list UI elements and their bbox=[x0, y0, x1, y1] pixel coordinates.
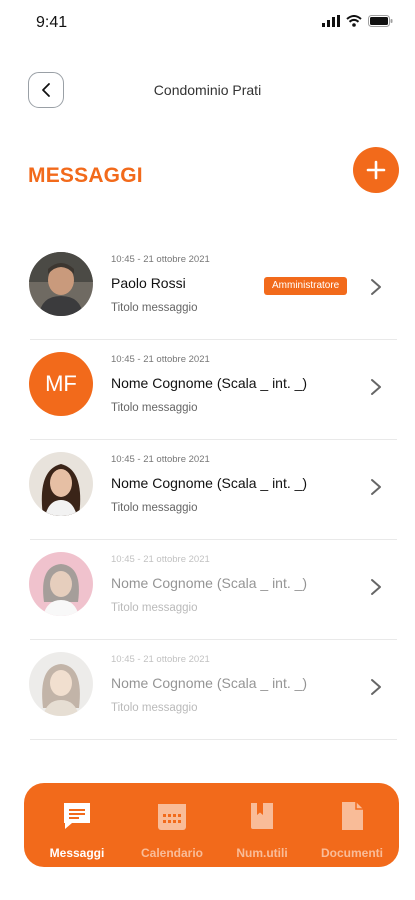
tab-num-utili[interactable]: Num.utili bbox=[217, 799, 307, 860]
avatar bbox=[29, 652, 93, 716]
tab-label: Messaggi bbox=[49, 846, 105, 860]
sender-name: Nome Cognome (Scala _ int. _) bbox=[111, 675, 308, 691]
sender-name: Nome Cognome (Scala _ int. _) bbox=[111, 475, 308, 491]
avatar: MF bbox=[29, 352, 93, 416]
tab-label: Calendario bbox=[140, 846, 203, 860]
message-timestamp: 10:45 - 21 ottobre 2021 bbox=[111, 654, 210, 665]
chevron-right-icon bbox=[371, 379, 381, 395]
calendar-icon bbox=[158, 804, 186, 830]
chat-icon bbox=[64, 803, 90, 829]
section-title: MESSAGGI bbox=[28, 164, 143, 187]
document-icon bbox=[342, 802, 363, 830]
message-row[interactable]: 10:45 - 21 ottobre 2021 Paolo Rossi Ammi… bbox=[0, 240, 415, 340]
chevron-right-icon bbox=[371, 479, 381, 495]
avatar bbox=[29, 252, 93, 316]
message-timestamp: 10:45 - 21 ottobre 2021 bbox=[111, 454, 210, 465]
wifi-icon bbox=[346, 15, 362, 27]
message-timestamp: 10:45 - 21 ottobre 2021 bbox=[111, 254, 210, 265]
chevron-right-icon bbox=[371, 679, 381, 695]
page-title: Condominio Prati bbox=[153, 82, 262, 98]
message-title: Titolo messaggio bbox=[111, 502, 198, 514]
avatar bbox=[29, 552, 93, 616]
tab-documenti[interactable]: Documenti bbox=[307, 799, 397, 860]
chevron-right-icon bbox=[371, 579, 381, 595]
message-title: Titolo messaggio bbox=[111, 402, 198, 414]
message-title: Titolo messaggio bbox=[111, 302, 198, 314]
message-title: Titolo messaggio bbox=[111, 702, 198, 714]
status-icons bbox=[322, 15, 393, 27]
tab-label: Num.utili bbox=[236, 846, 288, 860]
tab-calendario[interactable]: Calendario bbox=[127, 799, 217, 860]
sender-name: Nome Cognome (Scala _ int. _) bbox=[111, 575, 308, 591]
chevron-right-icon bbox=[371, 279, 381, 295]
signal-icon bbox=[322, 15, 340, 27]
sender-name: Paolo Rossi bbox=[111, 275, 186, 291]
divider bbox=[30, 739, 397, 740]
add-message-button[interactable] bbox=[353, 147, 399, 193]
tab-label: Documenti bbox=[320, 846, 383, 860]
message-row[interactable]: 10:45 - 21 ottobre 2021 Nome Cognome (Sc… bbox=[0, 440, 415, 540]
role-badge: Amministratore bbox=[264, 277, 348, 295]
message-row[interactable]: 10:45 - 21 ottobre 2021 Nome Cognome (Sc… bbox=[0, 640, 415, 740]
tab-bar: Messaggi Calendario Num.utili Documenti bbox=[24, 783, 399, 867]
book-icon bbox=[251, 803, 273, 829]
plus-icon bbox=[366, 160, 386, 180]
message-title: Titolo messaggio bbox=[111, 602, 198, 614]
message-timestamp: 10:45 - 21 ottobre 2021 bbox=[111, 354, 210, 365]
tab-messaggi[interactable]: Messaggi bbox=[32, 799, 122, 860]
message-row[interactable]: 10:45 - 21 ottobre 2021 Nome Cognome (Sc… bbox=[0, 540, 415, 640]
sender-name: Nome Cognome (Scala _ int. _) bbox=[111, 375, 308, 391]
message-row[interactable]: MF 10:45 - 21 ottobre 2021 Nome Cognome … bbox=[0, 340, 415, 440]
avatar bbox=[29, 452, 93, 516]
status-time: 9:41 bbox=[36, 14, 68, 31]
message-timestamp: 10:45 - 21 ottobre 2021 bbox=[111, 554, 210, 565]
status-bar: 9:41 bbox=[0, 0, 415, 46]
battery-icon bbox=[368, 15, 393, 27]
